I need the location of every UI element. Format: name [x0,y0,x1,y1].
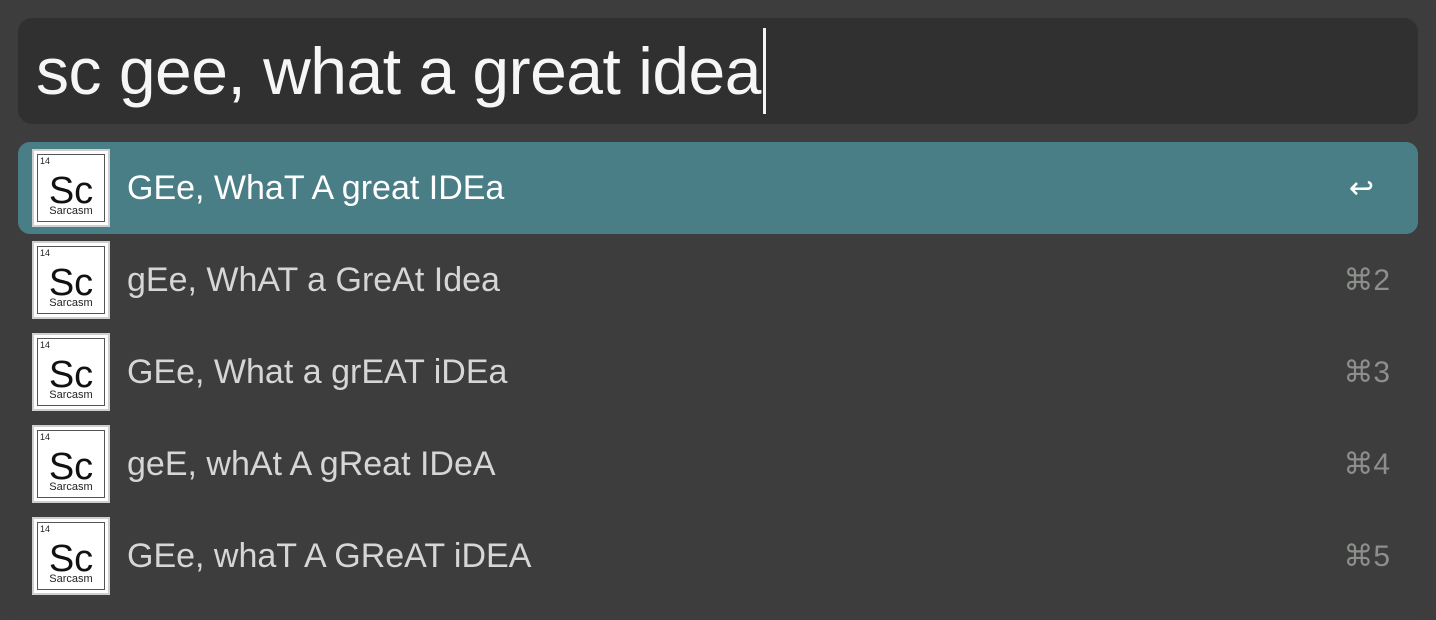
tile-border: 14 Sc Sarcasm [37,338,105,406]
results-list: 14 Sc Sarcasm GEe, WhaT A great IDEa ↩ 1… [18,142,1418,602]
result-item-5[interactable]: 14 Sc Sarcasm GEe, whaT A GReAT iDEA ⌘5 [18,510,1418,602]
sarcasm-element-icon: 14 Sc Sarcasm [32,149,110,227]
result-item-4[interactable]: 14 Sc Sarcasm geE, whAt A gReat IDeA ⌘4 [18,418,1418,510]
tile-name: Sarcasm [49,205,93,217]
tile-name: Sarcasm [49,389,93,401]
search-input[interactable]: sc gee, what a great idea [36,38,761,104]
result-label: geE, whAt A gReat IDeA [127,444,496,483]
shortcut-hint: ⌘2 [1343,263,1390,297]
shortcut-hint: ⌘4 [1343,447,1390,481]
tile-name: Sarcasm [49,573,93,585]
tile-border: 14 Sc Sarcasm [37,430,105,498]
search-box[interactable]: sc gee, what a great idea [18,18,1418,124]
result-label: GEe, What a grEAT iDEa [127,352,508,391]
tile-atomic-number: 14 [40,524,51,534]
tile-border: 14 Sc Sarcasm [37,246,105,314]
sarcasm-element-icon: 14 Sc Sarcasm [32,425,110,503]
sarcasm-element-icon: 14 Sc Sarcasm [32,517,110,595]
launcher-window: sc gee, what a great idea 14 Sc Sarcasm … [0,0,1436,620]
tile-atomic-number: 14 [40,432,51,442]
sarcasm-element-icon: 14 Sc Sarcasm [32,241,110,319]
result-item-3[interactable]: 14 Sc Sarcasm GEe, What a grEAT iDEa ⌘3 [18,326,1418,418]
result-label: GEe, WhaT A great IDEa [127,168,505,207]
shortcut-hint: ⌘5 [1343,539,1390,573]
result-item-1[interactable]: 14 Sc Sarcasm GEe, WhaT A great IDEa ↩ [18,142,1418,234]
return-key-icon: ↩ [1348,171,1374,205]
shortcut-hint: ⌘3 [1343,355,1390,389]
result-label: GEe, whaT A GReAT iDEA [127,536,532,575]
tile-border: 14 Sc Sarcasm [37,522,105,590]
tile-name: Sarcasm [49,297,93,309]
tile-atomic-number: 14 [40,340,51,350]
result-item-2[interactable]: 14 Sc Sarcasm gEe, WhAT a GreAt Idea ⌘2 [18,234,1418,326]
tile-name: Sarcasm [49,481,93,493]
sarcasm-element-icon: 14 Sc Sarcasm [32,333,110,411]
tile-atomic-number: 14 [40,248,51,258]
tile-border: 14 Sc Sarcasm [37,154,105,222]
tile-atomic-number: 14 [40,156,51,166]
text-cursor [762,28,766,114]
result-label: gEe, WhAT a GreAt Idea [127,260,500,299]
